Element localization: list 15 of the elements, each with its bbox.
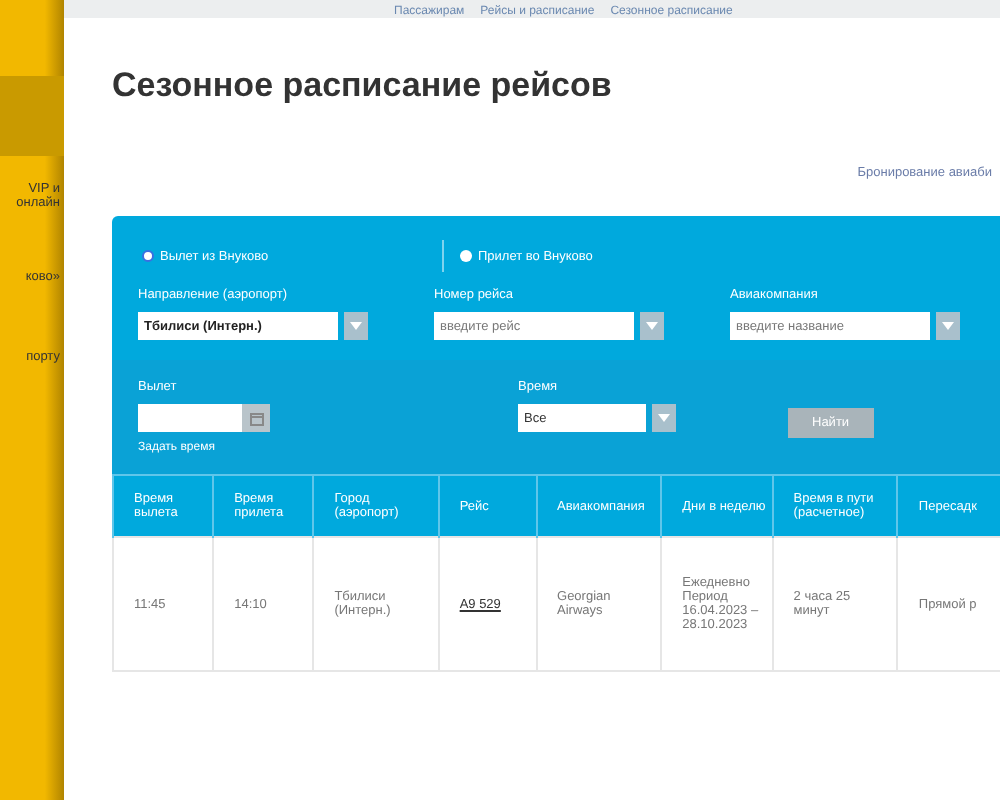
dropdown-button[interactable]: [640, 312, 664, 340]
dropdown-button[interactable]: [344, 312, 368, 340]
date-field[interactable]: [138, 404, 242, 432]
dropdown-caret-icon: [646, 322, 658, 330]
dropdown-caret-icon: [350, 322, 362, 330]
calendar-icon: [249, 411, 263, 425]
radio-button[interactable]: [142, 250, 154, 262]
radio-button[interactable]: [460, 250, 472, 262]
dropdown-caret-icon: [658, 414, 670, 422]
calendar-button[interactable]: [242, 404, 270, 432]
dropdown-button[interactable]: [652, 404, 676, 432]
sidebar-item[interactable]: [0, 76, 64, 156]
dropdown-button[interactable]: [936, 312, 960, 340]
page-title: Сезонное расписание рейсов: [112, 66, 614, 106]
dropdown-caret-icon: [942, 322, 954, 330]
